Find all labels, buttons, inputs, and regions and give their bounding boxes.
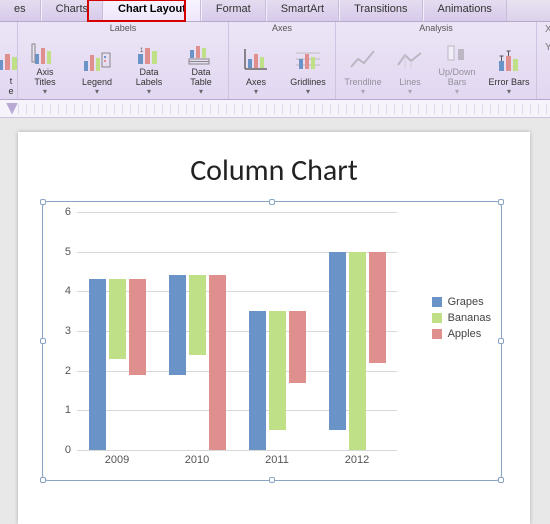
data-table-label: Data Table [190, 68, 212, 88]
legend-label: Grapes [448, 296, 484, 308]
x-axis-tick-label: 2012 [345, 454, 369, 466]
group-title-analysis: Analysis [336, 22, 536, 33]
y-axis-tick-label: 5 [65, 246, 71, 258]
legend-label: Bananas [448, 312, 491, 324]
group-title-labels: Labels [18, 22, 228, 33]
legend-item[interactable]: Grapes [432, 296, 491, 308]
data-labels-icon: 1 [132, 39, 166, 66]
bar[interactable] [349, 252, 366, 450]
resize-handle-mb[interactable] [269, 477, 275, 483]
gridline [77, 450, 397, 451]
trendline-icon [346, 44, 380, 76]
data-table-button[interactable]: Data Table▾ [178, 39, 224, 99]
bar-group [169, 275, 226, 450]
chart-plot-area: 01234562009201020112012 [77, 212, 397, 450]
resize-handle-tl[interactable] [40, 199, 46, 205]
bar[interactable] [369, 252, 386, 363]
bar-group [89, 279, 146, 450]
tab-format[interactable]: Format [201, 0, 266, 21]
lines-icon [393, 44, 427, 76]
pos-x-label: X: [545, 24, 550, 35]
bar-group [249, 311, 306, 450]
slide-page[interactable]: Column Chart 01234562009201020112012 Gra… [18, 132, 530, 524]
ribbon-body: te Labels Axis Titles▾ Legend▾ 1 Data La… [0, 22, 550, 100]
resize-handle-br[interactable] [498, 477, 504, 483]
x-axis-tick-label: 2011 [265, 454, 289, 466]
data-labels-label: Data Labels [136, 68, 163, 88]
chart-title-text[interactable]: Column Chart [42, 152, 506, 189]
bar[interactable] [269, 311, 286, 430]
bar[interactable] [109, 279, 126, 358]
horizontal-ruler [0, 100, 550, 118]
resize-handle-ml[interactable] [40, 338, 46, 344]
axis-titles-label: Axis Titles [34, 68, 55, 88]
bar[interactable] [289, 311, 306, 382]
bar[interactable] [329, 252, 346, 431]
legend-swatch [432, 297, 442, 307]
tab-transitions[interactable]: Transitions [339, 0, 422, 21]
data-labels-button[interactable]: 1 Data Labels▾ [126, 39, 172, 99]
updown-bars-label: Up/Down Bars [438, 68, 475, 88]
y-axis-tick-label: 2 [65, 365, 71, 377]
axes-button[interactable]: Axes▾ [233, 39, 279, 99]
legend-swatch [432, 329, 442, 339]
y-axis-tick-label: 1 [65, 404, 71, 416]
axes-icon [239, 44, 273, 76]
legend-swatch [432, 313, 442, 323]
error-bars-button[interactable]: Error Bars▾ [486, 39, 532, 99]
x-axis-tick-label: 2009 [105, 454, 129, 466]
bar[interactable] [249, 311, 266, 450]
slide-canvas-area: Column Chart 01234562009201020112012 Gra… [0, 118, 550, 524]
legend-button[interactable]: Legend▾ [74, 39, 120, 99]
ribbon-group-axes: Axes Axes▾ Gridlines▾ [229, 22, 336, 99]
ribbon-group-position: X: Y: [537, 22, 550, 99]
data-table-icon [184, 39, 218, 66]
bar[interactable] [169, 275, 186, 374]
resize-handle-mt[interactable] [269, 199, 275, 205]
axis-titles-icon [28, 39, 62, 66]
pos-y-label: Y: [545, 42, 550, 53]
lines-button[interactable]: Lines▾ [392, 39, 428, 99]
ribbon-group-labels: Labels Axis Titles▾ Legend▾ 1 Data Label… [18, 22, 229, 99]
updown-bars-button[interactable]: Up/Down Bars▾ [434, 39, 480, 99]
chart-legend[interactable]: Grapes Bananas Apples [432, 292, 491, 344]
legend-icon [80, 44, 114, 76]
y-axis-tick-label: 0 [65, 444, 71, 456]
resize-handle-bl[interactable] [40, 477, 46, 483]
bar-group [329, 252, 386, 450]
error-bars-icon [492, 44, 526, 76]
tab-animations[interactable]: Animations [423, 0, 507, 21]
chart-title-button-partial[interactable]: te [4, 39, 18, 99]
ribbon-group-analysis: Analysis Trendline▾ Lines▾ Up/Down Bars▾… [336, 22, 537, 99]
y-axis-tick-label: 4 [65, 285, 71, 297]
bar[interactable] [129, 279, 146, 374]
tab-chart-layout[interactable]: Chart Layout [103, 0, 201, 21]
ribbon-tabbar: es Charts Chart Layout Format SmartArt T… [0, 0, 550, 22]
bar[interactable] [209, 275, 226, 450]
legend-item[interactable]: Apples [432, 328, 491, 340]
x-axis-tick-label: 2010 [185, 454, 209, 466]
column-chart[interactable]: 01234562009201020112012 GrapesBananasApp… [42, 201, 502, 481]
trendline-button[interactable]: Trendline▾ [340, 39, 386, 99]
gridlines-button[interactable]: Gridlines▾ [285, 39, 331, 99]
legend-item[interactable]: Bananas [432, 312, 491, 324]
tab-partial-es[interactable]: es [0, 0, 41, 21]
bar[interactable] [89, 279, 106, 450]
tab-smartart[interactable]: SmartArt [266, 0, 339, 21]
ruler-indent-marker[interactable] [6, 103, 18, 115]
bar[interactable] [189, 275, 206, 354]
legend-label: Apples [448, 328, 482, 340]
y-axis-tick-label: 6 [65, 206, 71, 218]
gridlines-icon [291, 44, 325, 76]
gridline [77, 212, 397, 213]
svg-text:1: 1 [140, 48, 144, 54]
group-title-axes: Axes [229, 22, 335, 33]
axis-titles-button[interactable]: Axis Titles▾ [22, 39, 68, 99]
resize-handle-mr[interactable] [498, 338, 504, 344]
tab-charts[interactable]: Charts [41, 0, 103, 21]
resize-handle-tr[interactable] [498, 199, 504, 205]
updown-bars-icon [440, 39, 474, 66]
y-axis-tick-label: 3 [65, 325, 71, 337]
